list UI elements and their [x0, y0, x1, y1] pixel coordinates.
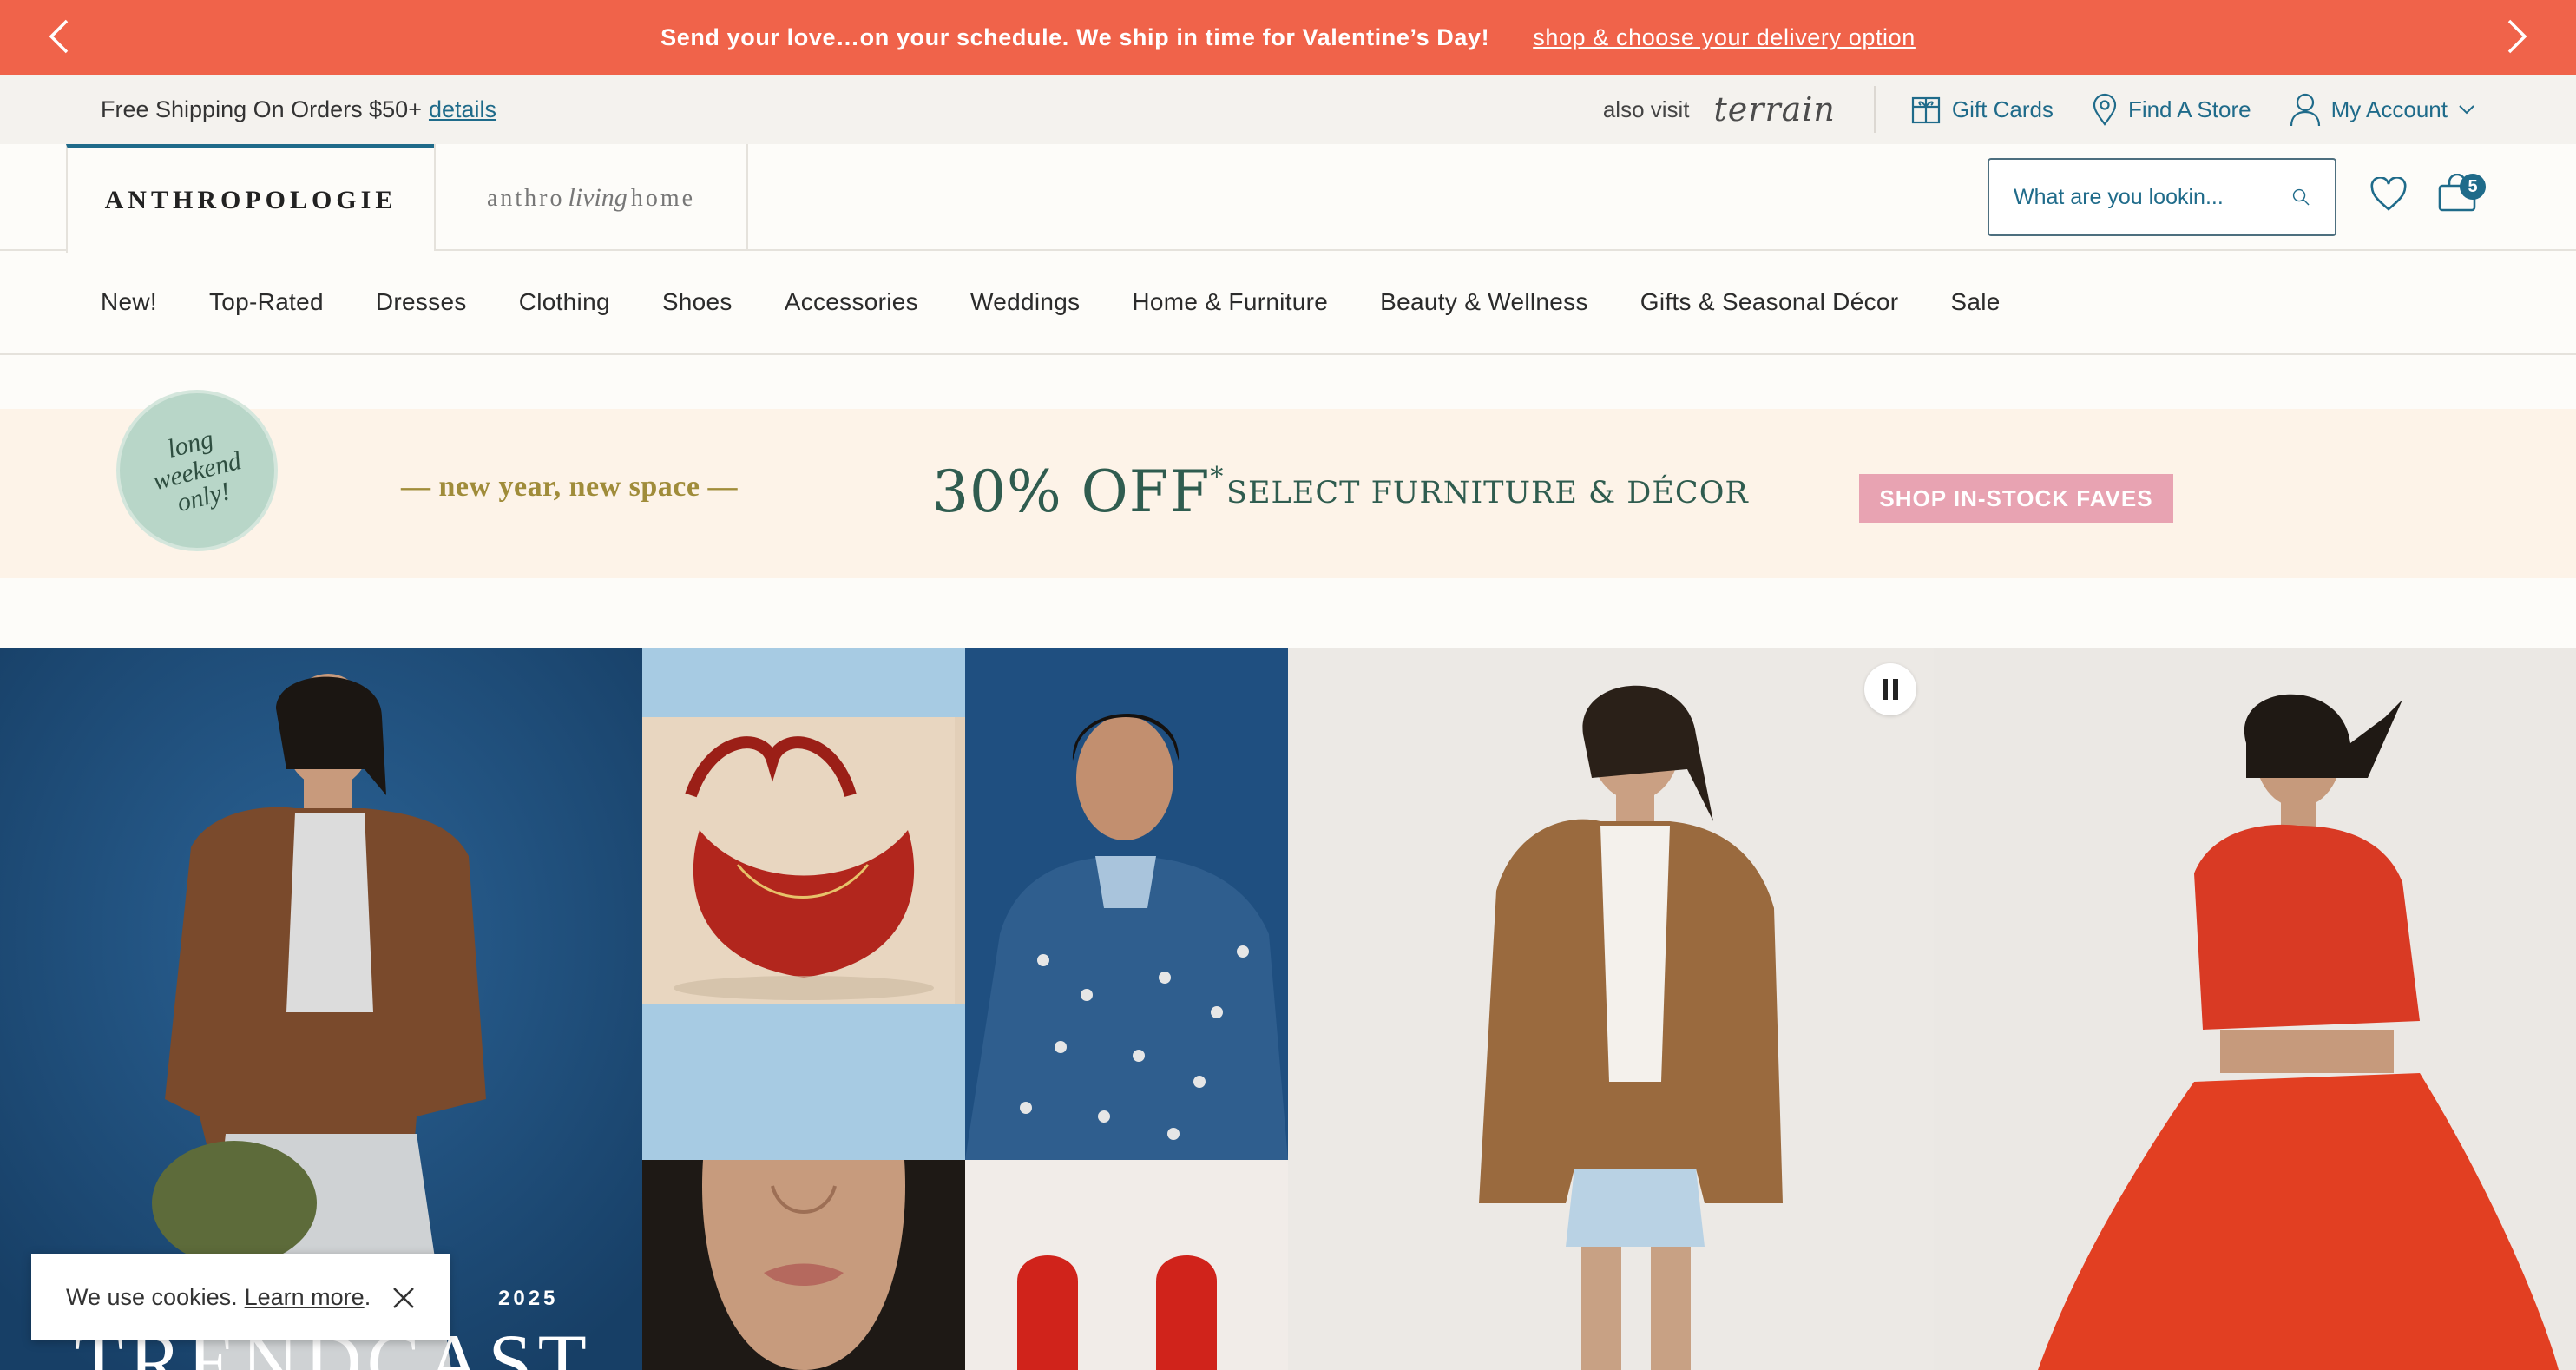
search-icon[interactable]: [2291, 182, 2310, 212]
cart-count-badge: 5: [2460, 174, 2486, 200]
nav-item-top-rated[interactable]: Top-Rated: [209, 288, 324, 316]
pause-icon[interactable]: [1864, 663, 1916, 715]
cookie-text-suffix: .: [364, 1283, 371, 1310]
living-logo-left: anthro: [486, 184, 565, 212]
nav-item-beauty-wellness[interactable]: Beauty & Wellness: [1380, 288, 1588, 316]
nav-item-accessories[interactable]: Accessories: [785, 288, 918, 316]
heart-icon[interactable]: [2369, 177, 2408, 212]
living-logo-right: home: [630, 184, 696, 212]
long-weekend-badge: long weekend only!: [116, 390, 278, 551]
gift-cards-link[interactable]: Gift Cards: [1910, 94, 2054, 125]
free-shipping-notice: Free Shipping On Orders $50+ details: [101, 96, 496, 123]
search-box: [1988, 158, 2336, 236]
offer-asterisk: *: [1210, 462, 1225, 492]
main-nav: New! Top-Rated Dresses Clothing Shoes Ac…: [0, 251, 2576, 355]
banner-offer: 30% OFF*: [932, 458, 1224, 525]
promo-bar: Send your love…on your schedule. We ship…: [0, 0, 2576, 75]
chevron-right-icon[interactable]: [2498, 17, 2536, 56]
find-store-label: Find A Store: [2127, 96, 2251, 122]
gift-cards-label: Gift Cards: [1951, 96, 2054, 122]
offer-text: 30% OFF: [932, 458, 1211, 525]
nav-item-sale[interactable]: Sale: [1950, 288, 2000, 316]
site-header: ANTHROPOLOGIE anthrolivinghome 5: [0, 144, 2576, 253]
shop-in-stock-button[interactable]: SHOP IN-STOCK FAVES: [1859, 474, 2173, 523]
nav-item-new[interactable]: New!: [101, 288, 157, 316]
nav-item-weddings[interactable]: Weddings: [970, 288, 1080, 316]
chevron-left-icon[interactable]: [40, 17, 78, 56]
free-shipping-text: Free Shipping On Orders $50+: [101, 96, 422, 122]
map-pin-icon: [2093, 93, 2117, 126]
my-account-label: My Account: [2330, 96, 2448, 122]
nav-item-shoes[interactable]: Shoes: [662, 288, 733, 316]
trendcast-year: 2025: [498, 1287, 559, 1310]
nav-item-gifts-seasonal-decor[interactable]: Gifts & Seasonal Décor: [1640, 288, 1899, 316]
hero-image-red-shoes[interactable]: [965, 1160, 1288, 1370]
divider: [1873, 86, 1876, 133]
search-input[interactable]: [2014, 184, 2274, 210]
nav-item-clothing[interactable]: Clothing: [519, 288, 610, 316]
hero-image-suede-jacket[interactable]: [1288, 648, 1934, 1370]
nav-item-home-furniture[interactable]: Home & Furniture: [1132, 288, 1328, 316]
chevron-down-icon: [2459, 105, 2474, 115]
hero-image-beauty[interactable]: [642, 1160, 965, 1370]
anthro-living-home-logo: anthro living home: [487, 183, 695, 213]
user-icon: [2290, 93, 2320, 127]
nav-item-dresses[interactable]: Dresses: [376, 288, 467, 316]
cookie-text: We use cookies.: [66, 1283, 238, 1310]
also-visit-label: also visit: [1602, 96, 1690, 122]
gift-icon: [1911, 96, 1941, 124]
banner-tagline: — new year, new space —: [401, 471, 738, 503]
close-icon[interactable]: [392, 1287, 415, 1309]
my-account-menu[interactable]: My Account: [2290, 92, 2475, 127]
shipping-details-link[interactable]: details: [429, 96, 496, 122]
anthropologie-logo-tab[interactable]: ANTHROPOLOGIE: [66, 144, 434, 253]
terrain-logo-link[interactable]: terrain: [1714, 90, 1836, 128]
promo-message: Send your love…on your schedule. We ship…: [660, 23, 1490, 50]
living-logo-mid: living: [568, 182, 628, 212]
banner-offer-subtitle: SELECT FURNITURE & DÉCOR: [1226, 476, 1749, 510]
utility-links: also visit terrain Gift Cards Find A Sto…: [1603, 86, 2475, 133]
badge-text: long weekend only!: [149, 424, 245, 517]
cookie-banner: We use cookies. Learn more.: [31, 1254, 450, 1340]
hero-image-red-bag[interactable]: [642, 648, 965, 1160]
utility-bar: Free Shipping On Orders $50+ details also…: [0, 75, 2576, 144]
hero-image-red-outfit[interactable]: [1934, 648, 2576, 1370]
anthro-living-home-tab[interactable]: anthro living home: [434, 144, 748, 251]
delivery-option-link[interactable]: shop & choose your delivery option: [1533, 24, 1916, 51]
anthropologie-logo: ANTHROPOLOGIE: [104, 186, 398, 214]
hero-image-denim-jacket[interactable]: [965, 648, 1288, 1160]
learn-more-link[interactable]: Learn more: [245, 1284, 365, 1311]
find-store-link[interactable]: Find A Store: [2092, 93, 2251, 126]
